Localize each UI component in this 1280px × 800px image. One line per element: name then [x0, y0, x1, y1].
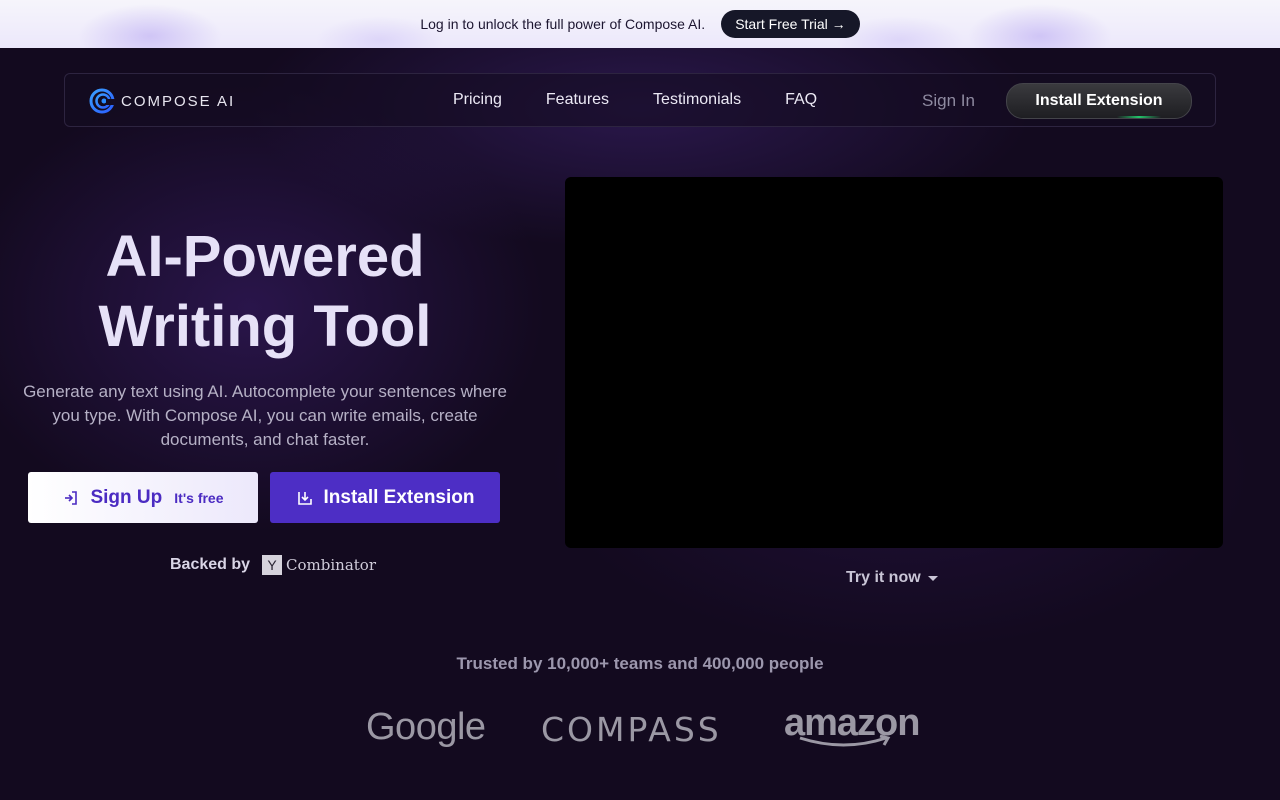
y-combinator-text: Combinator — [286, 556, 377, 574]
demo-video[interactable] — [565, 177, 1223, 548]
try-it-now-label: Try it now — [846, 569, 921, 586]
logo[interactable]: COMPOSE AI — [89, 88, 235, 114]
nav-features[interactable]: Features — [546, 91, 609, 109]
banner-text: Log in to unlock the full power of Compo… — [420, 16, 706, 32]
backed-by-text: Backed by — [170, 556, 251, 573]
hero-title-line1: AI-Powered — [105, 224, 425, 289]
backed-by: Backed by Y Combinator — [170, 555, 376, 575]
sign-up-button[interactable]: Sign Up It's free — [28, 472, 258, 523]
login-icon — [65, 490, 78, 505]
navbar: COMPOSE AI Pricing Features Testimonials… — [64, 73, 1216, 127]
hero-subtitle: Generate any text using AI. Autocomplete… — [23, 382, 507, 449]
nav-faq[interactable]: FAQ — [785, 91, 817, 109]
y-combinator-icon: Y — [262, 555, 283, 575]
sign-up-free-note: It's free — [174, 489, 224, 506]
button-glow-line — [1117, 116, 1161, 118]
customer-logos: Google COMPASS amazon — [0, 700, 1280, 760]
sign-up-label: Sign Up — [90, 486, 163, 508]
start-free-trial-button[interactable]: Start Free Trial → — [721, 10, 860, 38]
amazon-smile-icon — [799, 734, 891, 747]
hero-title: AI-Powered Writing Tool — [20, 222, 510, 362]
caret-down-icon — [927, 576, 938, 581]
y-combinator-logo: Y Combinator — [262, 555, 376, 575]
compass-logo: COMPASS — [541, 710, 722, 749]
compose-logo-icon — [89, 88, 115, 114]
download-icon — [297, 491, 312, 505]
google-logo: Google — [366, 706, 486, 748]
hero-install-extension-button[interactable]: Install Extension — [270, 472, 500, 523]
install-extension-label: Install Extension — [323, 486, 475, 508]
try-it-now-link[interactable]: Try it now — [846, 569, 939, 587]
hero-title-line2: Writing Tool — [98, 294, 432, 359]
sign-in-link[interactable]: Sign In — [922, 91, 975, 111]
top-banner: Log in to unlock the full power of Compo… — [0, 0, 1280, 48]
trusted-text: Trusted by 10,000+ teams and 400,000 peo… — [456, 654, 824, 673]
nav-pricing[interactable]: Pricing — [453, 91, 502, 109]
nav-links: Pricing Features Testimonials FAQ — [453, 74, 861, 126]
logo-text: COMPOSE AI — [121, 92, 236, 110]
nav-testimonials[interactable]: Testimonials — [653, 91, 741, 109]
nav-install-label: Install Extension — [1035, 92, 1163, 109]
nav-install-extension-button[interactable]: Install Extension — [1006, 83, 1192, 119]
